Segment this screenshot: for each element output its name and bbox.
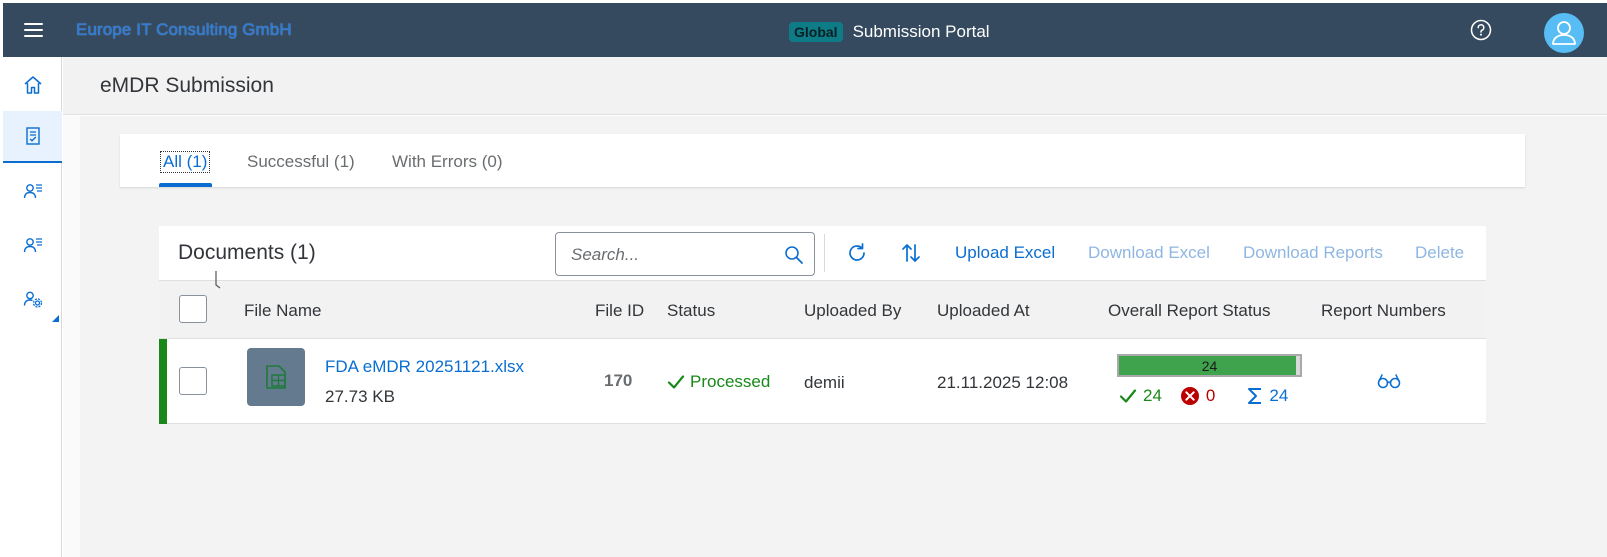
column-header-status[interactable]: Status — [667, 301, 715, 321]
side-navigation — [3, 57, 62, 557]
portal-title-group: Global Submission Portal — [789, 20, 990, 44]
status-text: Processed — [690, 372, 771, 391]
uploaded-by: demii — [804, 373, 845, 392]
total-count-group: 24 — [1247, 386, 1288, 406]
download-excel-button[interactable]: Download Excel — [1088, 243, 1210, 263]
glasses-icon[interactable] — [1377, 373, 1401, 389]
error-count: 0 — [1205, 386, 1216, 405]
checkmark-icon — [1119, 389, 1137, 403]
report-progress-bar: 24 — [1117, 354, 1302, 377]
search-input[interactable]: Search... — [555, 232, 815, 276]
search-placeholder: Search... — [571, 245, 640, 264]
success-count: 24 — [1143, 386, 1162, 405]
checkmark-icon — [667, 375, 685, 389]
select-all-checkbox[interactable] — [179, 295, 207, 323]
sort-icon[interactable] — [899, 241, 923, 265]
user-list-icon — [23, 184, 42, 199]
expand-indicator-icon[interactable] — [52, 315, 59, 322]
content-gutter — [63, 116, 80, 557]
file-size: 27.73 KB — [325, 387, 395, 406]
home-icon — [24, 76, 41, 94]
file-id: 170 — [604, 371, 633, 390]
nav-item-user-roles[interactable] — [3, 219, 62, 271]
row-status-indicator — [159, 339, 167, 424]
nav-item-home[interactable] — [3, 59, 62, 111]
portal-title: Submission Portal — [852, 22, 990, 41]
table-row[interactable]: FDA eMDR 20251121.xlsx 27.73 KB 170 Proc… — [159, 339, 1486, 424]
tab-bar: All (1) Successful (1) With Errors (0) — [120, 134, 1525, 187]
error-icon — [1180, 387, 1199, 405]
company-name[interactable]: Europe IT Consulting GmbH — [76, 20, 292, 40]
file-thumbnail — [247, 348, 305, 406]
column-header-report-numbers[interactable]: Report Numbers — [1321, 301, 1446, 321]
user-avatar[interactable] — [1544, 13, 1584, 53]
toolbar-separator — [824, 234, 825, 272]
user-settings-icon — [23, 291, 42, 308]
table-header: File Name File ID Status Uploaded By Upl… — [159, 281, 1486, 339]
documents-table: Documents (1) Search... Upload Excel Dow… — [159, 226, 1486, 424]
tab-selected-indicator — [159, 183, 212, 187]
table-title: Documents (1) — [178, 241, 316, 264]
progress-label: 24 — [1201, 358, 1218, 374]
spreadsheet-icon — [266, 365, 286, 389]
page-title: eMDR Submission — [100, 74, 274, 97]
shell-bar: Europe IT Consulting GmbH Global Submiss… — [3, 3, 1607, 57]
error-count-group: 0 — [1180, 386, 1215, 406]
upload-excel-button[interactable]: Upload Excel — [955, 243, 1055, 263]
refresh-icon[interactable] — [845, 241, 869, 265]
user-icon — [1552, 21, 1576, 45]
column-header-uploaded-at[interactable]: Uploaded At — [937, 301, 1030, 321]
report-counts: 24 0 24 — [1119, 385, 1306, 407]
success-count-group: 24 — [1119, 386, 1162, 406]
nav-item-submissions[interactable] — [3, 111, 62, 163]
row-checkbox[interactable] — [179, 367, 207, 395]
sigma-icon — [1248, 388, 1262, 404]
global-badge: Global — [789, 22, 843, 42]
delete-button[interactable]: Delete — [1415, 243, 1464, 263]
total-count: 24 — [1269, 386, 1289, 405]
tab-with-errors[interactable]: With Errors (0) — [392, 152, 503, 172]
help-icon[interactable] — [1470, 19, 1492, 41]
page-header: eMDR Submission — [63, 57, 1607, 115]
download-reports-button[interactable]: Download Reports — [1243, 243, 1383, 263]
file-name-link[interactable]: FDA eMDR 20251121.xlsx — [325, 357, 524, 377]
column-header-file-id[interactable]: File ID — [595, 301, 644, 321]
column-header-uploaded-by[interactable]: Uploaded By — [804, 301, 901, 321]
nav-item-users[interactable] — [3, 165, 62, 217]
user-list-icon — [23, 238, 42, 253]
tab-all[interactable]: All (1) — [159, 151, 211, 173]
status-indicator: Processed — [667, 372, 770, 392]
menu-icon[interactable] — [19, 16, 47, 44]
column-header-file-name[interactable]: File Name — [244, 301, 321, 321]
column-header-overall-report-status[interactable]: Overall Report Status — [1108, 301, 1271, 321]
tab-successful[interactable]: Successful (1) — [247, 152, 355, 172]
mouse-cursor-icon — [215, 271, 221, 289]
search-icon[interactable] — [784, 245, 804, 265]
clipboard-check-icon — [25, 127, 40, 145]
table-toolbar: Documents (1) Search... Upload Excel Dow… — [159, 226, 1486, 281]
uploaded-at: 21.11.2025 12:08 — [937, 373, 1069, 392]
